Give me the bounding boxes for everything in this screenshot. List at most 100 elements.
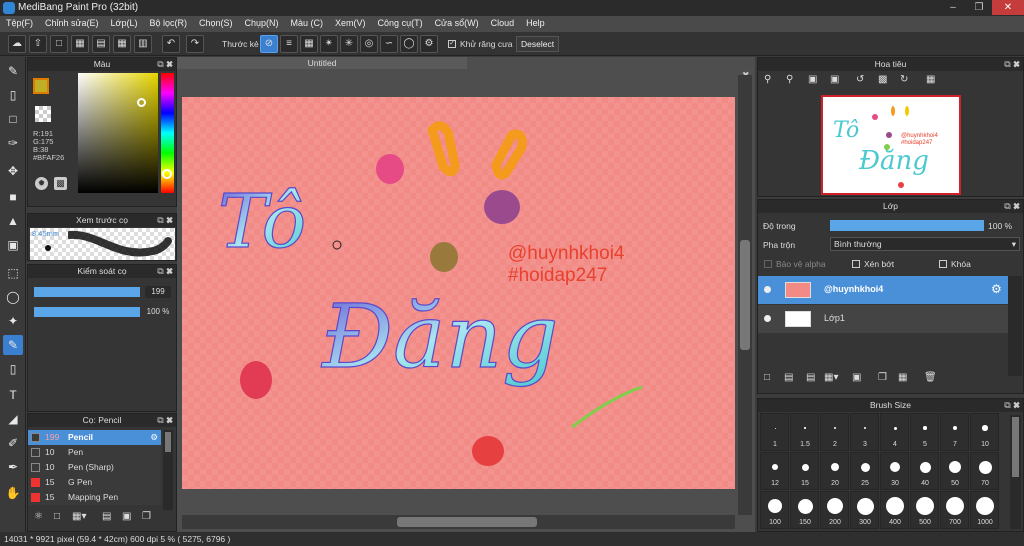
foreground-color-swatch[interactable] (33, 78, 49, 94)
magic-wand-icon[interactable]: ✦ (3, 311, 23, 331)
panel-close-icon[interactable]: ⧉ ✖ (157, 58, 173, 71)
brush-item-g-pen[interactable]: 15 G Pen (28, 475, 161, 490)
brush-doc-icon[interactable]: ▤ (102, 511, 111, 522)
fill-rect-tool-icon[interactable]: ■ (3, 187, 23, 207)
pen-tool-icon[interactable]: ✒ (3, 457, 23, 477)
brush-size-cell[interactable]: 12 (760, 452, 789, 490)
canvas-horizontal-scrollbar[interactable] (182, 515, 735, 529)
brush-item-pencil[interactable]: 199 Pencil ⚙ (28, 430, 161, 445)
rotate-left-icon[interactable]: ↺ (856, 74, 864, 85)
color-picker-cursor[interactable] (137, 98, 146, 107)
layer-visibility-icon[interactable] (764, 286, 771, 293)
curve-icon[interactable]: ∽ (380, 35, 398, 53)
actual-size-icon[interactable]: ▣ (830, 74, 839, 85)
menu-window[interactable]: Cửa sổ(W) (429, 16, 485, 28)
panel-close-icon[interactable]: ⧉ ✖ (157, 214, 173, 227)
layout-icon[interactable]: ▥ (134, 35, 152, 53)
layer-row-layer1[interactable]: Lớp1 (758, 305, 1008, 333)
parallel-ruler-icon[interactable]: ≡ (280, 35, 298, 53)
brush-size-cell[interactable]: 150 (790, 491, 819, 529)
saturation-value-picker[interactable] (78, 73, 158, 193)
concentric-icon[interactable]: ◎ (360, 35, 378, 53)
palette-icon[interactable]: ✹ (35, 177, 48, 190)
ellipse-icon[interactable]: ◯ (400, 35, 418, 53)
background-color-swatch[interactable] (35, 106, 51, 122)
tab-untitled[interactable]: Untitled (177, 57, 467, 69)
new-file-icon[interactable]: ▦ (71, 35, 89, 53)
brush-size-cell[interactable]: 100 (760, 491, 789, 529)
brush-size-slider[interactable] (34, 287, 140, 297)
flip-icon[interactable]: ▩ (878, 74, 887, 85)
grid-icon[interactable]: ▦ (113, 35, 131, 53)
radial-ruler-icon[interactable]: ✴ (320, 35, 338, 53)
brush-add-icon[interactable]: ⚛ (34, 511, 43, 522)
canvas-vertical-scrollbar[interactable] (738, 75, 752, 515)
brush-item-pen-sharp[interactable]: 10 Pen (Sharp) (28, 460, 161, 475)
brush-size-cell[interactable]: 7 (940, 413, 969, 451)
dot-tool-icon[interactable]: □ (3, 109, 23, 129)
menu-tools[interactable]: Công cụ(T) (372, 16, 429, 28)
add-layer-dropdown-icon[interactable]: ▦▾ (824, 372, 838, 383)
brush-settings-icon[interactable]: ⚙ (150, 430, 158, 445)
panel-close-icon[interactable]: ⧉ ✖ (157, 414, 173, 427)
brush-size-cell[interactable]: 4 (880, 413, 909, 451)
brush-size-value[interactable]: 199 (145, 286, 171, 298)
cloud-icon[interactable]: ☁ (8, 35, 26, 53)
layer-visibility-icon[interactable] (764, 315, 771, 322)
menu-layer[interactable]: Lớp(L) (105, 16, 144, 28)
perspective-icon[interactable]: ✳ (340, 35, 358, 53)
menu-help[interactable]: Help (520, 16, 551, 28)
brush-copy-icon[interactable]: ▦▾ (72, 511, 86, 522)
undo-icon[interactable]: ↶ (162, 35, 180, 53)
brush-size-cell[interactable]: 3 (850, 413, 879, 451)
panel-close-icon[interactable]: ⧉ ✖ (1004, 200, 1020, 213)
maximize-button[interactable]: ❐ (966, 0, 992, 15)
antialias-checkbox[interactable]: ✓ (448, 40, 456, 48)
new-8bit-layer-icon[interactable]: ▤ (806, 372, 815, 383)
redo-icon[interactable]: ↷ (186, 35, 204, 53)
menu-edit[interactable]: Chỉnh sửa(E) (39, 16, 105, 28)
layer-row-huynhkhoi4[interactable]: @huynhkhoi4 ⚙ (758, 276, 1008, 304)
brush-size-cell[interactable]: 1000 (970, 491, 999, 529)
layer-list-scrollbar[interactable] (1008, 276, 1022, 376)
eyedropper-icon[interactable]: ✐ (3, 433, 23, 453)
share-icon[interactable]: ⇧ (29, 35, 47, 53)
document-icon[interactable]: ▤ (92, 35, 110, 53)
new-layer-icon[interactable]: □ (764, 372, 770, 383)
delete-layer-icon[interactable]: 🗑 (924, 372, 937, 383)
minimize-button[interactable]: – (940, 0, 966, 15)
zoom-out-icon[interactable]: ⚲ (764, 74, 771, 85)
deselect-button[interactable]: Deselect (516, 36, 560, 52)
brush-size-cell[interactable]: 300 (850, 491, 879, 529)
text-tool-icon[interactable]: T (3, 385, 23, 405)
clipping-checkbox[interactable] (852, 260, 860, 268)
menu-file[interactable]: Tệp(F) (0, 16, 39, 28)
brush-size-cell[interactable]: 30 (880, 452, 909, 490)
lasso-icon[interactable]: ◯ (3, 287, 23, 307)
brush-size-scrollbar[interactable] (1010, 415, 1021, 529)
brush-size-cell[interactable]: 500 (910, 491, 939, 529)
brush-new-icon[interactable]: □ (54, 511, 60, 522)
brush-size-cell[interactable]: 5 (910, 413, 939, 451)
select-eraser-icon[interactable]: ▯ (3, 359, 23, 379)
settings-icon[interactable]: ⚙ (420, 35, 438, 53)
select-rect-icon[interactable]: ⬚ (3, 263, 23, 283)
navigator-flip-icon[interactable]: ▦ (926, 74, 935, 85)
layer-opacity-slider[interactable] (830, 220, 984, 231)
brush-size-cell[interactable]: 700 (940, 491, 969, 529)
select-pen-icon[interactable]: ✎ (3, 335, 23, 355)
brush-size-cell[interactable]: 15 (790, 452, 819, 490)
brush-item-pen[interactable]: 10 Pen (28, 445, 161, 460)
menu-cloud[interactable]: Cloud (485, 16, 521, 28)
cross-ruler-icon[interactable]: ▦ (300, 35, 318, 53)
brush-size-cell[interactable]: 25 (850, 452, 879, 490)
brush-list-scrollbar[interactable] (163, 430, 173, 510)
protect-alpha-checkbox[interactable] (764, 260, 772, 268)
ruler-off-icon[interactable]: ⊘ (260, 35, 278, 53)
menu-color[interactable]: Màu (C) (285, 16, 330, 28)
brush-size-cell[interactable]: 1 (760, 413, 789, 451)
brush-item-mapping-pen[interactable]: 15 Mapping Pen (28, 490, 161, 505)
brush-size-cell[interactable]: 200 (820, 491, 849, 529)
blur-tool-icon[interactable]: ✑ (3, 133, 23, 153)
brush-size-cell[interactable]: 400 (880, 491, 909, 529)
